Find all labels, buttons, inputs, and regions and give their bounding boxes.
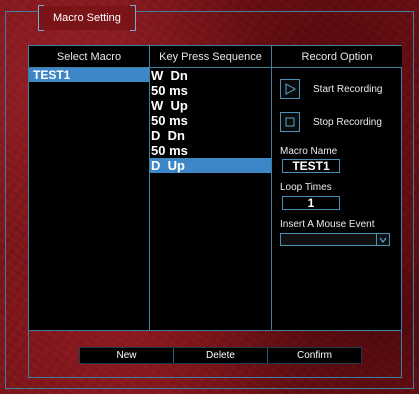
action-button-bar: New Delete Confirm [79,347,362,364]
record-option-header: Record Option [272,46,402,68]
key-sequence-item[interactable]: D Dn [150,128,271,143]
select-macro-column: Select Macro TEST1 [29,46,150,330]
loop-times-field[interactable]: 1 [282,196,340,210]
new-button[interactable]: New [80,348,174,363]
macro-list: TEST1 [29,68,149,82]
chevron-down-icon[interactable] [376,234,389,245]
key-sequence-item[interactable]: 50 ms [150,113,271,128]
loop-times-label: Loop Times [280,182,332,193]
key-sequence-list: W Dn 50 ms W Up 50 ms D Dn 50 ms D Up [150,68,271,173]
macro-name-label: Macro Name [280,146,338,157]
key-sequence-item[interactable]: 50 ms [150,143,271,158]
key-sequence-item[interactable]: W Dn [150,68,271,83]
mouse-event-select[interactable] [280,233,390,246]
start-recording-button[interactable]: Start Recording [280,79,382,99]
delete-button[interactable]: Delete [174,348,268,363]
key-sequence-item[interactable]: 50 ms [150,83,271,98]
key-sequence-item[interactable]: D Up [150,158,271,173]
macro-list-item[interactable]: TEST1 [29,68,149,82]
key-sequence-item[interactable]: W Up [150,98,271,113]
record-option-column: Record Option Start Recording Stop Recor… [272,46,402,330]
stop-recording-label: Stop Recording [313,116,382,128]
window-title: Macro Setting [38,5,136,31]
play-icon[interactable] [280,79,300,99]
mouse-event-label: Insert A Mouse Event [280,219,375,230]
start-recording-label: Start Recording [313,83,383,95]
select-macro-header: Select Macro [29,46,149,68]
stop-recording-button[interactable]: Stop Recording [280,112,382,132]
key-sequence-header: Key Press Sequence [150,46,271,68]
macro-name-field[interactable]: TEST1 [282,159,340,173]
key-sequence-column: Key Press Sequence W Dn 50 ms W Up 50 ms D D… [150,46,272,330]
stop-icon[interactable] [280,112,300,132]
confirm-button[interactable]: Confirm [268,348,361,363]
macro-panel: Select Macro TEST1 Key Press Sequence W … [28,45,402,331]
